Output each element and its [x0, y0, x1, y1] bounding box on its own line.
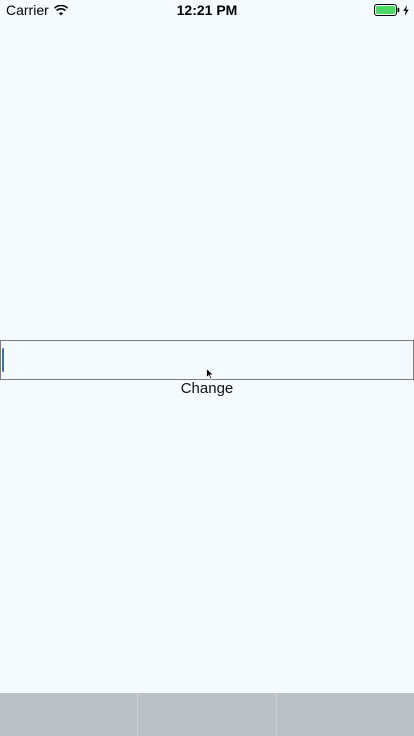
change-button[interactable]: Change [0, 379, 414, 399]
battery-group [374, 4, 409, 16]
text-cursor [2, 348, 4, 372]
battery-icon [374, 4, 400, 16]
status-time: 12:21 PM [176, 2, 238, 18]
status-bar: Carrier 12:21 PM [0, 0, 414, 20]
keyboard-key[interactable] [277, 693, 414, 736]
mouse-pointer-icon [206, 368, 215, 380]
keyboard-key[interactable] [0, 693, 139, 736]
charging-bolt-icon [403, 4, 409, 16]
keyboard-key[interactable] [138, 693, 277, 736]
keyboard-top-row [0, 693, 414, 736]
